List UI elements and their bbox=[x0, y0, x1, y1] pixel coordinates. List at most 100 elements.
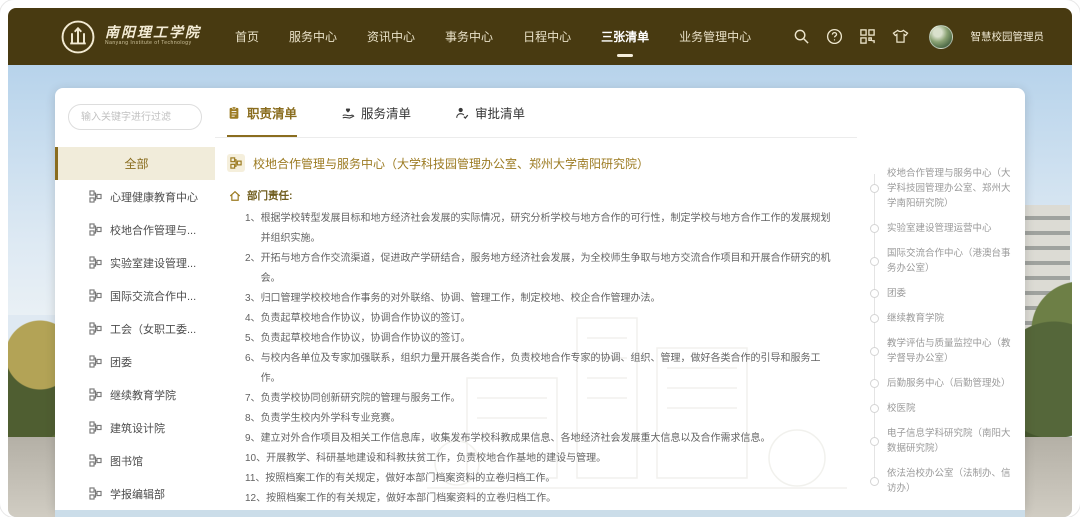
nav-item[interactable]: 服务中心 bbox=[289, 28, 337, 45]
anchor-link[interactable]: 后勤服务中心（后勤管理处） bbox=[857, 376, 1017, 391]
duty-text: 归口管理学校校地合作事务的对外联络、协调、管理工作，制定校地、校企合作管理办法。 bbox=[261, 289, 839, 309]
tab-approval-list[interactable]: 审批清单 bbox=[455, 88, 525, 137]
sidebar-item-label: 团委 bbox=[110, 354, 132, 370]
anchor-link[interactable]: 继续教育学院 bbox=[857, 311, 1017, 326]
org-chart-icon bbox=[89, 388, 102, 401]
anchor-link[interactable]: 国际交流合作中心（港澳台事务办公室） bbox=[857, 246, 1017, 276]
anchor-rail: 校地合作管理与服务中心（大学科技园管理办公室、郑州大学南阳研究院） 实验室建设管… bbox=[857, 88, 1025, 510]
duty-number: 11、 bbox=[245, 469, 265, 489]
anchor-link[interactable]: 电子信息学科研究院（南阳大数据研究院） bbox=[857, 426, 1017, 456]
nav-item[interactable]: 业务管理中心 bbox=[679, 28, 751, 45]
sidebar-item-all[interactable]: 全部 bbox=[55, 147, 215, 180]
duty-item: 4、 负责起草校地合作协议，协调合作协议的签订。 bbox=[245, 309, 839, 329]
sidebar-item[interactable]: 图书馆 bbox=[55, 444, 215, 477]
duty-text: 开展教学、科研基地建设和科教扶贫工作，负责校地合作基地的建设与管理。 bbox=[266, 449, 839, 469]
duty-number: 8、 bbox=[245, 409, 261, 429]
duty-number: 4、 bbox=[245, 309, 261, 329]
theme-shirt-icon[interactable] bbox=[892, 28, 909, 45]
duty-text: 负责学生校内外学科专业竞赛。 bbox=[261, 409, 839, 429]
duty-text: 建立对外合作项目及相关工作信息库，收集发布学校科教成果信息、各地经济社会发展重大… bbox=[261, 429, 839, 449]
duty-item: 12、 按照档案工作的有关规定，做好本部门档案资料的立卷归档工作。 bbox=[245, 489, 839, 509]
duty-number: 10、 bbox=[245, 449, 266, 469]
sidebar-item[interactable]: 工会（女职工委... bbox=[55, 312, 215, 345]
anchor-link[interactable]: 团委 bbox=[857, 286, 1017, 301]
sidebar-item[interactable]: 实验室建设管理... bbox=[55, 246, 215, 279]
duty-item: 6、 与校内各单位及专家加强联系，组织力量开展各类合作，负责校地合作专家的协调、… bbox=[245, 349, 839, 389]
duty-list: 1、 根据学校转型发展目标和地方经济社会发展的实际情况，研究分析学校与地方合作的… bbox=[227, 209, 839, 509]
duty-text: 与校内各单位及专家加强联系，组织力量开展各类合作，负责校地合作专家的协调、组织、… bbox=[261, 349, 839, 389]
duty-number: 3、 bbox=[245, 289, 261, 309]
sidebar-item[interactable]: 学报编辑部 bbox=[55, 477, 215, 510]
tab-duty-list[interactable]: 职责清单 bbox=[227, 88, 297, 137]
sidebar-item[interactable]: 校地合作管理与... bbox=[55, 213, 215, 246]
duty-item: 8、 负责学生校内外学科专业竞赛。 bbox=[245, 409, 839, 429]
duty-item: 5、 负责起草校地合作协议，协调合作协议的签订。 bbox=[245, 329, 839, 349]
search-icon[interactable] bbox=[793, 28, 810, 45]
duty-item: 3、 归口管理学校校地合作事务的对外联络、协调、管理工作，制定校地、校企合作管理… bbox=[245, 289, 839, 309]
org-chart-icon bbox=[89, 421, 102, 434]
hand-heart-icon bbox=[341, 106, 355, 120]
anchor-link[interactable]: 依法治校办公室（法制办、信访办） bbox=[857, 466, 1017, 496]
duty-number: 5、 bbox=[245, 329, 261, 349]
sidebar-item-label: 继续教育学院 bbox=[110, 387, 176, 403]
logo-text: 南阳理工学院 Nanyang Institute of Technology bbox=[105, 26, 201, 47]
sidebar-item[interactable]: 心理健康教育中心 bbox=[55, 180, 215, 213]
duties-label-row: 部门责任: bbox=[229, 188, 839, 203]
anchor-link[interactable]: 实验室建设管理运营中心 bbox=[857, 221, 1017, 236]
duty-number: 7、 bbox=[245, 389, 261, 409]
panel-bottom-edge bbox=[55, 510, 1025, 517]
duty-number: 6、 bbox=[245, 349, 261, 389]
university-logo[interactable]: 南阳理工学院 Nanyang Institute of Technology bbox=[60, 19, 201, 55]
nav-item[interactable]: 资讯中心 bbox=[367, 28, 415, 45]
help-icon[interactable] bbox=[826, 28, 843, 45]
anchor-list: 校地合作管理与服务中心（大学科技园管理办公室、郑州大学南阳研究院） 实验室建设管… bbox=[857, 166, 1017, 496]
org-chart-icon bbox=[89, 256, 102, 269]
org-chart-icon bbox=[89, 454, 102, 467]
sidebar-item-label: 图书馆 bbox=[110, 453, 143, 469]
main-nav: 首页 服务中心 资讯中心 事务中心 日程中心 三张清单 业务管理中心 bbox=[235, 28, 751, 45]
org-chart-icon bbox=[89, 355, 102, 368]
section-header: 校地合作管理与服务中心（大学科技园管理办公室、郑州大学南阳研究院） bbox=[227, 154, 839, 172]
anchor-link[interactable]: 教学评估与质量监控中心（教学督导办公室） bbox=[857, 336, 1017, 366]
logo-title: 南阳理工学院 bbox=[105, 26, 201, 41]
main-column: 职责清单 服务清单 审批清单 bbox=[215, 88, 857, 510]
sidebar-item-label: 心理健康教育中心 bbox=[110, 189, 198, 205]
filter-input[interactable] bbox=[68, 104, 202, 130]
user-name[interactable]: 智慧校园管理员 bbox=[971, 29, 1045, 44]
nav-item[interactable]: 日程中心 bbox=[523, 28, 571, 45]
sidebar-item[interactable]: 国际交流合作中... bbox=[55, 279, 215, 312]
org-chart-icon bbox=[227, 154, 245, 172]
sidebar-item-label: 国际交流合作中... bbox=[110, 288, 196, 304]
home-icon bbox=[229, 190, 241, 202]
sidebar-item-label: 建筑设计院 bbox=[110, 420, 165, 436]
logo-subtitle: Nanyang Institute of Technology bbox=[105, 41, 201, 47]
sidebar-item[interactable]: 继续教育学院 bbox=[55, 378, 215, 411]
university-emblem-icon bbox=[60, 19, 96, 55]
anchor-link[interactable]: 校医院 bbox=[857, 401, 1017, 416]
org-chart-icon bbox=[89, 289, 102, 302]
nav-item[interactable]: 首页 bbox=[235, 28, 259, 45]
content-panel: 全部 心理健康教育中心 bbox=[55, 88, 1025, 510]
duty-text: 开拓与地方合作交流渠道，促进政产学研结合，服务地方经济社会发展，为全校师生争取与… bbox=[261, 249, 839, 289]
sidebar-department-list: 心理健康教育中心 校地合作管理与... bbox=[55, 180, 215, 510]
duty-number: 12、 bbox=[245, 489, 266, 509]
nav-item[interactable]: 三张清单 bbox=[601, 28, 649, 45]
top-header-bar: 南阳理工学院 Nanyang Institute of Technology 首… bbox=[8, 8, 1072, 65]
app-window: 南阳理工学院 Nanyang Institute of Technology 首… bbox=[0, 0, 1080, 517]
sidebar-item-label: 实验室建设管理... bbox=[110, 255, 196, 271]
org-chart-icon bbox=[89, 223, 102, 236]
tab-label: 职责清单 bbox=[247, 103, 297, 122]
sidebar-item-label: 校地合作管理与... bbox=[110, 222, 196, 238]
anchor-link[interactable]: 校地合作管理与服务中心（大学科技园管理办公室、郑州大学南阳研究院） bbox=[857, 166, 1017, 211]
tab-service-list[interactable]: 服务清单 bbox=[341, 88, 411, 137]
nav-item[interactable]: 事务中心 bbox=[445, 28, 493, 45]
org-chart-icon bbox=[89, 190, 102, 203]
duty-text: 按照档案工作的有关规定，做好本部门档案资料的立卷归档工作。 bbox=[265, 469, 839, 489]
sidebar-item-label: 学报编辑部 bbox=[110, 486, 165, 502]
user-avatar[interactable] bbox=[929, 25, 953, 49]
qrcode-icon[interactable] bbox=[859, 28, 876, 45]
sidebar-item[interactable]: 团委 bbox=[55, 345, 215, 378]
list-tabs: 职责清单 服务清单 审批清单 bbox=[215, 88, 857, 138]
duty-text: 根据学校转型发展目标和地方经济社会发展的实际情况，研究分析学校与地方合作的可行性… bbox=[261, 209, 839, 249]
sidebar-item[interactable]: 建筑设计院 bbox=[55, 411, 215, 444]
